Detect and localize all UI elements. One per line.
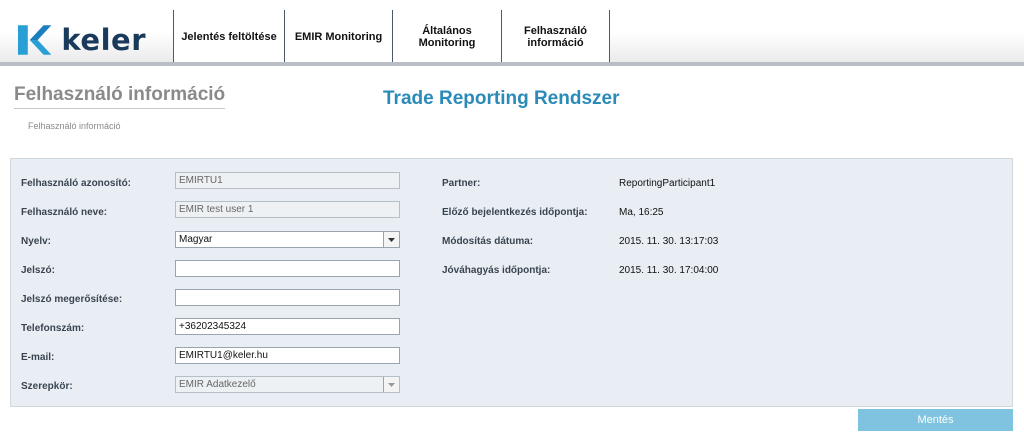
keler-logo-icon — [17, 25, 52, 55]
last-login-value: Ma, 16:25 — [619, 207, 664, 218]
user-name-field: EMIR test user 1 — [175, 201, 400, 218]
tab-emir-monitoring[interactable]: EMIR Monitoring — [284, 10, 392, 66]
user-id-field: EMIRTU1 — [175, 172, 400, 189]
tab-user-info[interactable]: Felhasználó információ — [501, 10, 610, 66]
language-value: Magyar — [179, 234, 213, 245]
last-login-label: Előző bejelentkezés időpontja: — [442, 207, 588, 218]
phone-field[interactable]: +36202345324 — [175, 318, 400, 335]
tab-upload-report[interactable]: Jelentés feltöltése — [173, 10, 284, 66]
user-name-label: Felhasználó neve: — [21, 207, 108, 218]
page-title: Felhasználó információ — [14, 84, 226, 109]
phone-label: Telefonszám: — [21, 323, 85, 334]
role-label: Szerepkör: — [21, 381, 73, 392]
partner-label: Partner: — [442, 178, 481, 189]
language-label: Nyelv: — [21, 236, 52, 247]
email-field[interactable]: EMIRTU1@keler.hu — [175, 347, 400, 364]
language-select[interactable]: Magyar — [175, 231, 400, 248]
email-value: EMIRTU1@keler.hu — [179, 350, 268, 361]
password-confirm-label: Jelszó megerősítése: — [21, 294, 123, 305]
modified-date-value: 2015. 11. 30. 13:17:03 — [619, 236, 719, 247]
app-root: keler Jelentés feltöltése EMIR Monitorin… — [0, 0, 1024, 438]
role-select: EMIR Adatkezelő — [175, 376, 400, 393]
chevron-down-icon[interactable] — [383, 232, 399, 247]
tab-label: Általános Monitoring — [418, 24, 476, 49]
tab-general-monitoring[interactable]: Általános Monitoring — [392, 10, 501, 66]
password-field[interactable] — [175, 260, 400, 277]
email-label: E-mail: — [21, 352, 55, 363]
partner-value: ReportingParticipant1 — [619, 178, 716, 189]
approved-date-label: Jóváhagyás időpontja: — [442, 265, 551, 276]
tab-label: Felhasználó információ — [524, 24, 587, 49]
approved-date-value: 2015. 11. 30. 17:04:00 — [619, 265, 719, 276]
phone-value: +36202345324 — [179, 321, 247, 332]
modified-date-label: Módosítás dátuma: — [442, 236, 534, 247]
user-info-panel: Felhasználó azonosító: EMIRTU1 Felhaszná… — [10, 158, 1013, 407]
password-confirm-field[interactable] — [175, 289, 400, 306]
save-button[interactable]: Mentés — [858, 409, 1013, 431]
chevron-down-icon — [383, 377, 399, 392]
app-title: Trade Reporting Rendszer — [383, 88, 620, 109]
breadcrumb[interactable]: Felhasználó információ — [28, 121, 121, 131]
tab-label: Jelentés feltöltése — [181, 30, 277, 43]
tab-label: EMIR Monitoring — [294, 30, 383, 43]
save-button-label: Mentés — [917, 414, 954, 426]
password-label: Jelszó: — [21, 265, 55, 276]
brand-name: keler — [61, 23, 146, 57]
header-divider — [0, 62, 1024, 66]
role-value: EMIR Adatkezelő — [179, 379, 256, 390]
keler-logo[interactable]: keler — [16, 22, 146, 58]
top-header: keler Jelentés feltöltése EMIR Monitorin… — [0, 10, 1024, 66]
user-id-label: Felhasználó azonosító: — [21, 178, 132, 189]
main-nav: Jelentés feltöltése EMIR Monitoring Álta… — [173, 10, 610, 66]
user-id-value: EMIRTU1 — [179, 175, 223, 186]
user-name-value: EMIR test user 1 — [179, 204, 254, 215]
